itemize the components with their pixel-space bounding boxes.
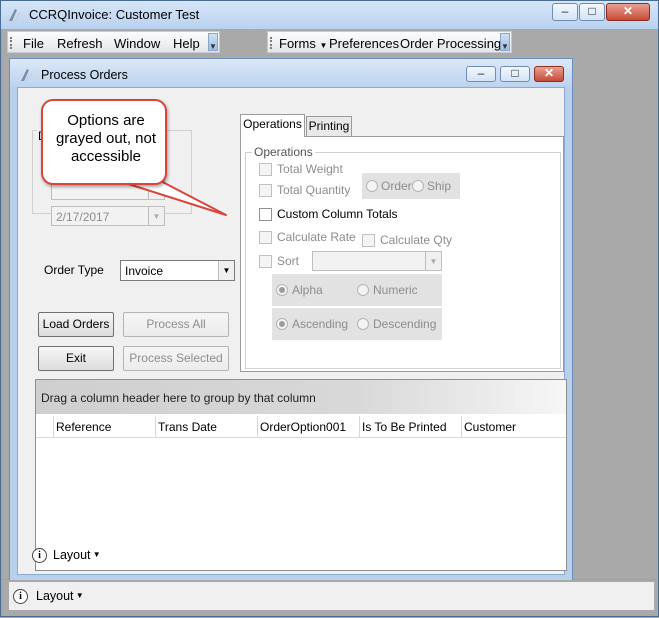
annotation-arrow: [118, 175, 227, 216]
annotation-callout: Options are grayed out, not accessible: [41, 99, 167, 185]
annotation-text: Options are grayed out, not accessible: [55, 112, 157, 165]
app-window: CCRQInvoice: Customer Test – □ ✕ File Re…: [0, 0, 659, 617]
